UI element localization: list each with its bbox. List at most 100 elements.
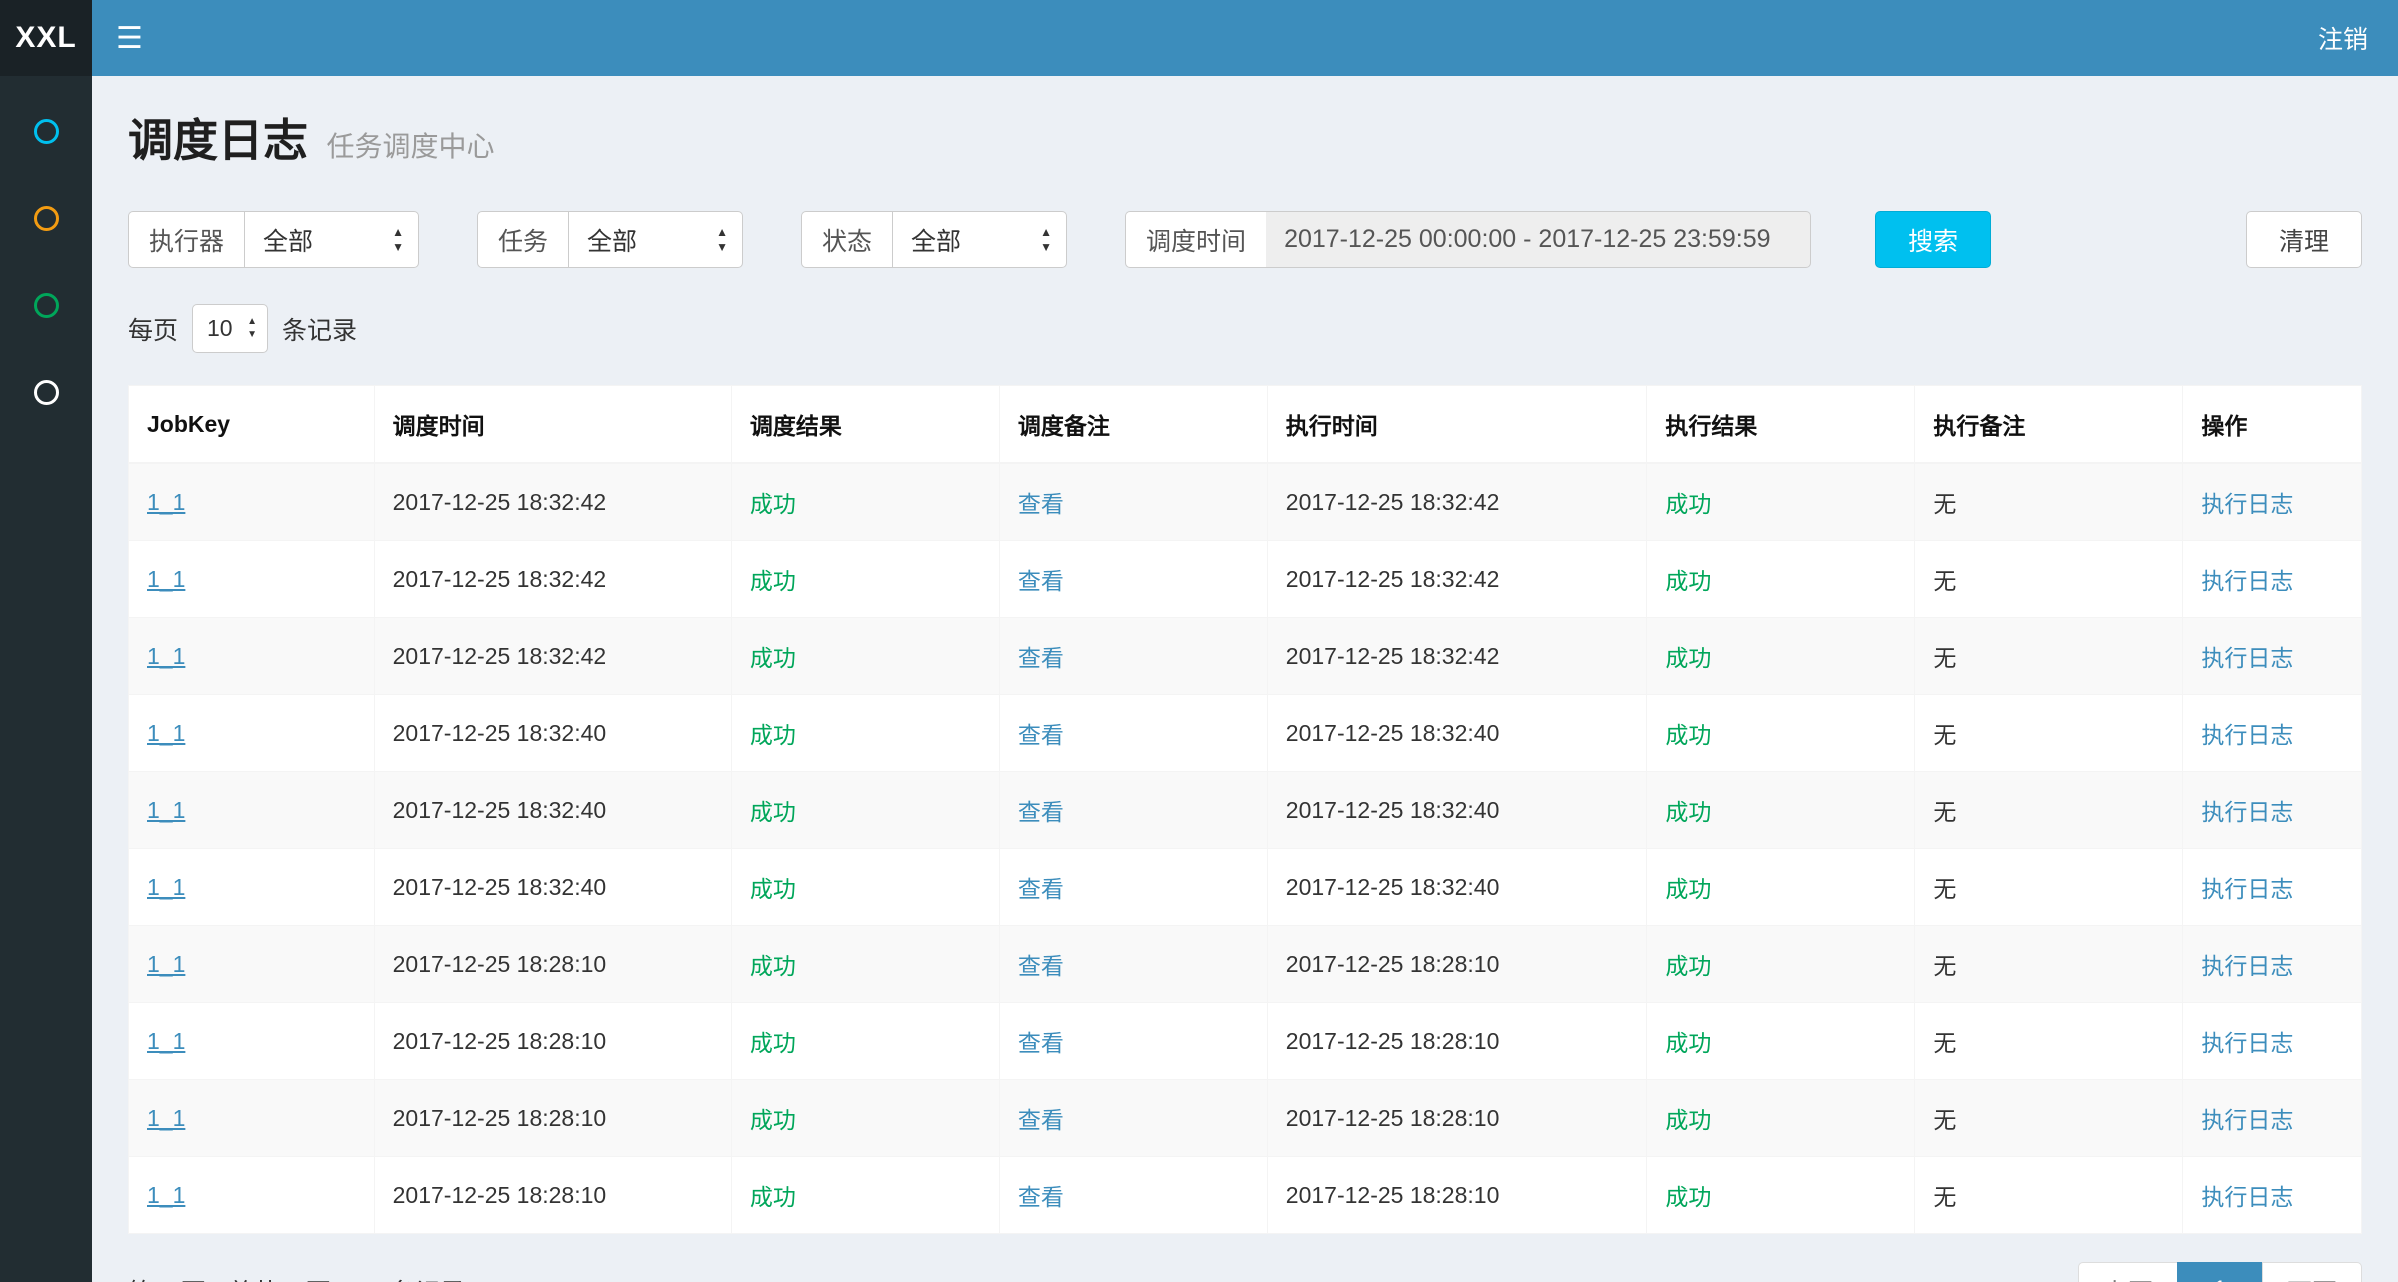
next-page-button[interactable]: 下页 xyxy=(2262,1262,2362,1282)
job-filter-label: 任务 xyxy=(477,211,568,268)
exec-log-link[interactable]: 执行日志 xyxy=(2201,1184,2293,1210)
handle-msg-cell: 无 xyxy=(1915,695,2183,772)
status-select[interactable]: 全部 xyxy=(892,211,1067,268)
trigger-msg-link[interactable]: 查看 xyxy=(1018,491,1064,517)
trigger-time-cell: 2017-12-25 18:32:42 xyxy=(374,618,731,695)
handle-msg-cell: 无 xyxy=(1915,618,2183,695)
clear-button[interactable]: 清理 xyxy=(2246,211,2362,268)
action-cell: 执行日志 xyxy=(2183,463,2362,541)
col-header-trigger-time: 调度时间 xyxy=(374,386,731,464)
trigger-time-cell: 2017-12-25 18:32:42 xyxy=(374,463,731,541)
exec-log-link[interactable]: 执行日志 xyxy=(2201,568,2293,594)
table-row: 1_1 2017-12-25 18:28:10 成功 查看 2017-12-25… xyxy=(129,1080,2362,1157)
col-header-handle-msg: 执行备注 xyxy=(1915,386,2183,464)
sidebar-toggle-icon[interactable] xyxy=(92,0,167,76)
page-size-select[interactable]: 10 xyxy=(192,304,268,353)
trigger-result-cell: 成功 xyxy=(731,1080,999,1157)
exec-log-link[interactable]: 执行日志 xyxy=(2201,799,2293,825)
search-button[interactable]: 搜索 xyxy=(1875,211,1991,268)
table-footer: 第 1 页 ( 总共 1 页，10 条记录 ) 上页 1 下页 xyxy=(128,1262,2362,1282)
handle-msg-cell: 无 xyxy=(1915,541,2183,618)
trigger-msg-link[interactable]: 查看 xyxy=(1018,568,1064,594)
job-filter-group: 任务 全部 xyxy=(477,211,743,268)
trigger-time-cell: 2017-12-25 18:32:40 xyxy=(374,695,731,772)
job-select[interactable]: 全部 xyxy=(568,211,743,268)
pagination: 上页 1 下页 xyxy=(2078,1262,2362,1282)
jobkey-cell: 1_1 xyxy=(129,618,375,695)
prev-page-button[interactable]: 上页 xyxy=(2078,1262,2178,1282)
page-size-value: 10 xyxy=(207,315,233,342)
sidebar-item-1[interactable] xyxy=(0,88,92,175)
trigger-result-cell: 成功 xyxy=(731,849,999,926)
trigger-msg-link[interactable]: 查看 xyxy=(1018,1184,1064,1210)
handle-time-cell: 2017-12-25 18:32:42 xyxy=(1267,541,1647,618)
job-select-value: 全部 xyxy=(587,222,637,258)
executor-select[interactable]: 全部 xyxy=(244,211,419,268)
handle-time-cell: 2017-12-25 18:28:10 xyxy=(1267,1157,1647,1234)
handle-result-cell: 成功 xyxy=(1647,1080,1915,1157)
handle-msg-cell: 无 xyxy=(1915,926,2183,1003)
exec-log-link[interactable]: 执行日志 xyxy=(2201,876,2293,902)
current-page-button[interactable]: 1 xyxy=(2177,1262,2263,1282)
exec-log-link[interactable]: 执行日志 xyxy=(2201,1107,2293,1133)
jobkey-link[interactable]: 1_1 xyxy=(147,1182,185,1208)
col-header-trigger-msg: 调度备注 xyxy=(999,386,1267,464)
trigger-msg-link[interactable]: 查看 xyxy=(1018,722,1064,748)
trigger-time-cell: 2017-12-25 18:32:40 xyxy=(374,849,731,926)
handle-msg-cell: 无 xyxy=(1915,1080,2183,1157)
trigger-result-cell: 成功 xyxy=(731,1157,999,1234)
app-logo[interactable]: XXL xyxy=(0,0,92,76)
top-navbar: XXL 注销 xyxy=(0,0,2398,76)
table-row: 1_1 2017-12-25 18:28:10 成功 查看 2017-12-25… xyxy=(129,1157,2362,1234)
table-row: 1_1 2017-12-25 18:32:40 成功 查看 2017-12-25… xyxy=(129,849,2362,926)
trigger-msg-cell: 查看 xyxy=(999,541,1267,618)
col-header-action: 操作 xyxy=(2183,386,2362,464)
table-row: 1_1 2017-12-25 18:32:42 成功 查看 2017-12-25… xyxy=(129,463,2362,541)
exec-log-link[interactable]: 执行日志 xyxy=(2201,722,2293,748)
trigger-msg-cell: 查看 xyxy=(999,926,1267,1003)
exec-log-link[interactable]: 执行日志 xyxy=(2201,491,2293,517)
handle-time-cell: 2017-12-25 18:32:42 xyxy=(1267,618,1647,695)
trigger-time-range-input[interactable] xyxy=(1266,211,1811,268)
executor-filter-group: 执行器 全部 xyxy=(128,211,419,268)
table-row: 1_1 2017-12-25 18:32:42 成功 查看 2017-12-25… xyxy=(129,541,2362,618)
jobkey-link[interactable]: 1_1 xyxy=(147,566,185,592)
jobkey-link[interactable]: 1_1 xyxy=(147,951,185,977)
jobkey-link[interactable]: 1_1 xyxy=(147,874,185,900)
jobkey-cell: 1_1 xyxy=(129,695,375,772)
exec-log-link[interactable]: 执行日志 xyxy=(2201,953,2293,979)
trigger-msg-cell: 查看 xyxy=(999,463,1267,541)
trigger-msg-cell: 查看 xyxy=(999,618,1267,695)
sidebar-item-3[interactable] xyxy=(0,262,92,349)
handle-result-cell: 成功 xyxy=(1647,463,1915,541)
sidebar-item-2[interactable] xyxy=(0,175,92,262)
trigger-msg-link[interactable]: 查看 xyxy=(1018,953,1064,979)
executor-select-value: 全部 xyxy=(263,222,313,258)
handle-result-cell: 成功 xyxy=(1647,1003,1915,1080)
handle-msg-cell: 无 xyxy=(1915,772,2183,849)
page-size-prefix: 每页 xyxy=(128,311,178,347)
trigger-msg-cell: 查看 xyxy=(999,1157,1267,1234)
jobkey-link[interactable]: 1_1 xyxy=(147,797,185,823)
jobkey-link[interactable]: 1_1 xyxy=(147,643,185,669)
jobkey-cell: 1_1 xyxy=(129,1157,375,1234)
exec-log-link[interactable]: 执行日志 xyxy=(2201,1030,2293,1056)
jobkey-link[interactable]: 1_1 xyxy=(147,489,185,515)
logout-link[interactable]: 注销 xyxy=(2318,20,2368,56)
navbar-main: 注销 xyxy=(92,0,2398,76)
trigger-msg-link[interactable]: 查看 xyxy=(1018,645,1064,671)
sidebar xyxy=(0,76,92,1282)
trigger-msg-cell: 查看 xyxy=(999,772,1267,849)
jobkey-link[interactable]: 1_1 xyxy=(147,1105,185,1131)
trigger-msg-link[interactable]: 查看 xyxy=(1018,1107,1064,1133)
action-cell: 执行日志 xyxy=(2183,1080,2362,1157)
exec-log-link[interactable]: 执行日志 xyxy=(2201,645,2293,671)
trigger-msg-link[interactable]: 查看 xyxy=(1018,799,1064,825)
jobkey-link[interactable]: 1_1 xyxy=(147,1028,185,1054)
jobkey-link[interactable]: 1_1 xyxy=(147,720,185,746)
handle-result-cell: 成功 xyxy=(1647,926,1915,1003)
trigger-msg-link[interactable]: 查看 xyxy=(1018,876,1064,902)
trigger-msg-link[interactable]: 查看 xyxy=(1018,1030,1064,1056)
sidebar-item-4[interactable] xyxy=(0,349,92,436)
jobkey-cell: 1_1 xyxy=(129,463,375,541)
